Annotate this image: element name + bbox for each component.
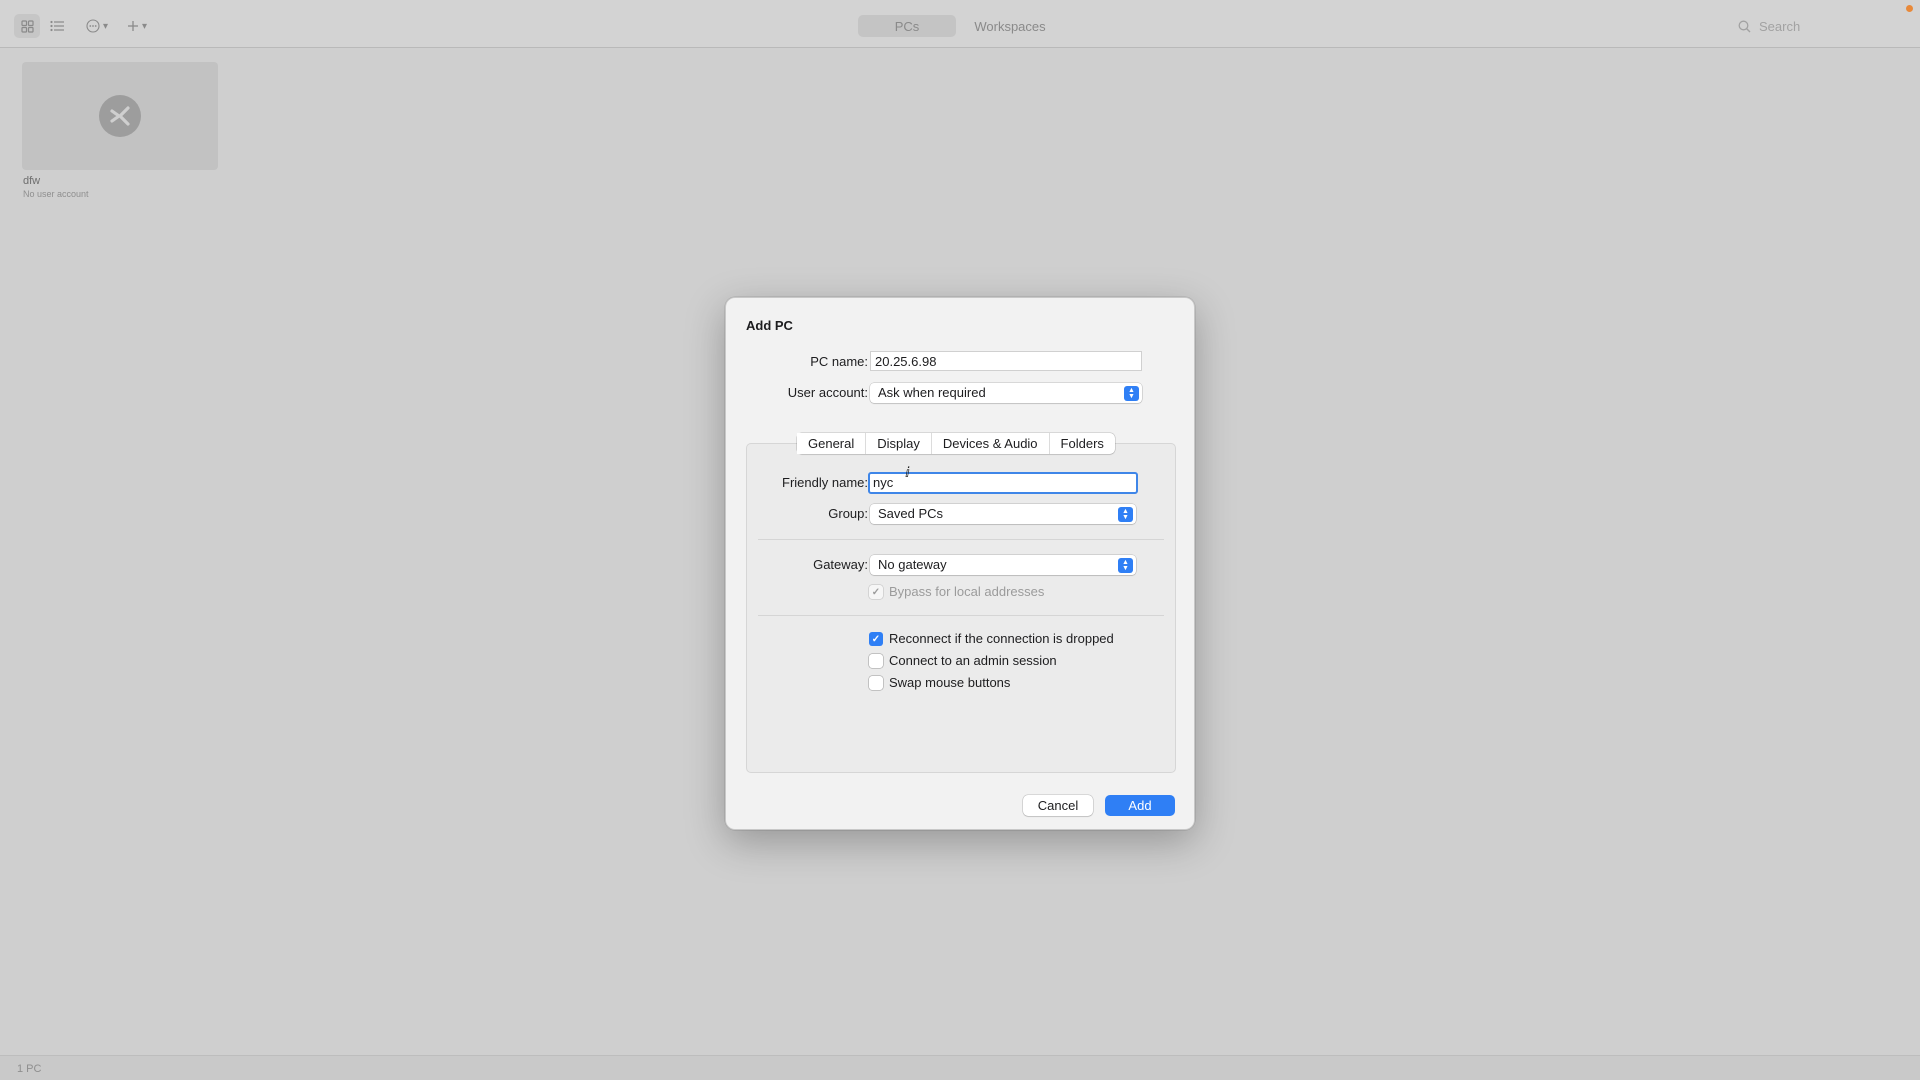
friendly-name-label: Friendly name: [782,475,868,490]
segmented-control: PCs Workspaces [858,15,1060,37]
cancel-button[interactable]: Cancel [1023,795,1093,816]
add-menu-button[interactable]: ▾ [124,14,150,38]
gateway-value: No gateway [878,557,947,572]
tab-workspaces[interactable]: Workspaces [960,15,1060,37]
chevron-down-icon: ▾ [141,20,148,32]
group-select[interactable]: Saved PCs ▲ ▼ [870,504,1136,524]
pc-thumbnail[interactable] [22,62,218,170]
search-icon [1738,20,1751,32]
grid-view-button[interactable] [14,14,40,38]
swap-mouse-checkbox[interactable] [869,676,883,690]
window-close-button[interactable] [1906,5,1913,12]
updown-arrows-icon: ▲ ▼ [1118,507,1133,522]
user-account-select[interactable]: Ask when required ▲ ▼ [870,383,1142,403]
settings-tabs: General Display Devices & Audio Folders [797,433,1115,454]
pc-name-field-label: PC name: [810,354,868,369]
user-account-label: User account: [787,385,868,400]
ellipsis-circle-icon [86,19,100,33]
tab-devices-audio[interactable]: Devices & Audio [932,433,1050,454]
tab-pcs[interactable]: PCs [858,15,956,37]
status-bar: 1 PC [0,1055,1920,1080]
updown-arrows-icon: ▲ ▼ [1124,386,1139,401]
reconnect-checkbox[interactable]: ✓ [869,632,883,646]
tab-display[interactable]: Display [866,433,932,454]
dialog-title: Add PC [746,318,793,333]
add-pc-dialog: Add PC PC name: 20.25.6.98 User account:… [725,297,1195,830]
swap-mouse-label: Swap mouse buttons [889,675,1011,690]
group-value: Saved PCs [878,506,944,521]
admin-session-checkbox[interactable] [869,654,883,668]
remote-desktop-logo-icon [99,95,141,137]
bypass-local-checkbox[interactable]: ✓ [869,585,883,599]
tab-folders[interactable]: Folders [1050,433,1115,454]
add-button[interactable]: Add [1105,795,1175,816]
grid-icon [20,19,34,33]
search-placeholder: Search [1759,18,1801,34]
pc-name-input[interactable]: 20.25.6.98 [870,351,1142,371]
pc-name-label: dfw [23,175,41,187]
bypass-local-label: Bypass for local addresses [889,584,1045,599]
search-field[interactable]: Search [1738,15,1914,37]
admin-session-label: Connect to an admin session [889,653,1057,668]
section-divider [758,615,1164,616]
chevron-down-icon: ▾ [102,20,109,32]
gateway-select[interactable]: No gateway ▲ ▼ [870,555,1136,575]
list-view-button[interactable] [44,14,70,38]
list-icon [50,20,64,32]
gateway-label: Gateway: [813,557,868,572]
plus-icon [127,21,138,31]
pc-account-label: No user account [23,189,89,199]
tab-general[interactable]: General [797,433,867,454]
user-account-value: Ask when required [878,385,986,400]
text-cursor-icon: ⅈ [905,465,910,481]
section-divider [758,539,1164,540]
view-controls: ▾ ▾ [14,14,150,38]
window-toolbar: ▾ ▾ PCs Workspaces Search [0,0,1920,48]
reconnect-label: Reconnect if the connection is dropped [889,631,1114,646]
more-actions-button[interactable]: ▾ [84,14,110,38]
group-label: Group: [828,506,868,521]
updown-arrows-icon: ▲ ▼ [1118,558,1133,573]
pc-count: 1 PC [17,1063,42,1075]
